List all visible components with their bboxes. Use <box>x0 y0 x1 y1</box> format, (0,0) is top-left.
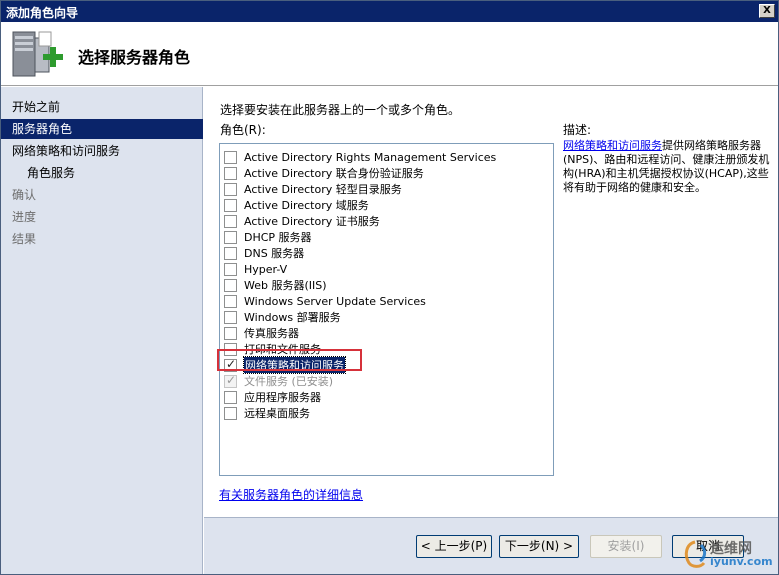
sidebar-item-network-policy[interactable]: 网络策略和访问服务 <box>1 141 203 161</box>
sidebar-item-before-you-begin[interactable]: 开始之前 <box>1 97 203 117</box>
next-button[interactable]: 下一步(N) > <box>499 535 579 558</box>
close-button[interactable]: X <box>759 4 775 18</box>
role-label: Active Directory 证书服务 <box>244 215 380 228</box>
roles-list[interactable]: Active Directory Rights Management Servi… <box>219 143 554 476</box>
role-label: 传真服务器 <box>244 327 299 340</box>
role-checkbox[interactable] <box>224 150 237 164</box>
role-label: Active Directory 联合身份验证服务 <box>244 167 424 180</box>
wizard-sidebar: 开始之前 服务器角色 网络策略和访问服务 角色服务 确认 进度 结果 <box>1 87 203 574</box>
role-row[interactable]: DNS 服务器 <box>224 245 304 261</box>
watermark-logo: 运维网 iyunv.com <box>682 536 774 572</box>
role-checkbox[interactable] <box>224 278 237 292</box>
role-row[interactable]: Windows Server Update Services <box>224 293 426 309</box>
role-checkbox[interactable] <box>224 230 237 244</box>
role-row[interactable]: Windows 部署服务 <box>224 309 341 325</box>
role-row[interactable]: Active Directory Rights Management Servi… <box>224 149 496 165</box>
roles-label: 角色(R): <box>220 123 266 137</box>
role-row[interactable]: Web 服务器(IIS) <box>224 277 327 293</box>
role-row[interactable]: DHCP 服务器 <box>224 229 312 245</box>
role-checkbox-disabled <box>224 373 237 388</box>
role-label: Windows 部署服务 <box>244 311 341 324</box>
role-checkbox[interactable] <box>224 294 237 308</box>
role-label: Active Directory 轻型目录服务 <box>244 183 402 196</box>
role-checkbox[interactable] <box>224 166 237 180</box>
instruction-text: 选择要安装在此服务器上的一个或多个角色。 <box>220 103 461 117</box>
description-link[interactable]: 网络策略和访问服务 <box>563 139 662 152</box>
role-row[interactable]: Active Directory 域服务 <box>224 197 369 213</box>
role-checkbox[interactable] <box>224 262 237 276</box>
role-checkbox[interactable] <box>224 390 237 404</box>
watermark-swirl-icon <box>684 540 707 568</box>
role-label: 远程桌面服务 <box>244 407 310 420</box>
role-checkbox[interactable] <box>224 246 237 260</box>
sidebar-item-confirmation: 确认 <box>12 188 37 202</box>
title-bar[interactable]: 添加角色向导 X <box>1 1 778 22</box>
role-checkbox[interactable] <box>224 406 237 420</box>
role-row[interactable]: Hyper-V <box>224 261 287 277</box>
role-label: 应用程序服务器 <box>244 391 321 404</box>
role-checkbox[interactable] <box>224 182 237 196</box>
role-label: 文件服务 (已安装) <box>244 375 334 388</box>
window-title: 添加角色向导 <box>6 6 79 20</box>
description-label: 描述: <box>563 123 592 137</box>
role-checkbox[interactable] <box>224 198 237 212</box>
role-label: Web 服务器(IIS) <box>244 279 327 292</box>
role-checkbox[interactable] <box>224 310 237 324</box>
role-row[interactable]: Active Directory 轻型目录服务 <box>224 181 402 197</box>
role-label: Windows Server Update Services <box>244 294 426 308</box>
role-label: DNS 服务器 <box>244 247 305 260</box>
role-row-file-services: 文件服务 (已安装) <box>224 373 333 389</box>
role-row[interactable]: Active Directory 联合身份验证服务 <box>224 165 424 181</box>
role-label: Active Directory 域服务 <box>244 199 369 212</box>
role-label: Hyper-V <box>244 262 288 276</box>
server-add-icon <box>12 31 63 77</box>
previous-button[interactable]: < 上一步(P) <box>416 535 492 558</box>
annotation-highlight-box <box>217 349 362 371</box>
watermark-text-url: iyunv.com <box>710 555 773 568</box>
page-title: 选择服务器角色 <box>78 48 191 67</box>
role-row[interactable]: Active Directory 证书服务 <box>224 213 380 229</box>
role-row[interactable]: 传真服务器 <box>224 325 299 341</box>
wizard-window: 添加角色向导 X 选择服务器角色 开始之前 服务器角色 网络策略和访问服务 角色… <box>0 0 779 575</box>
sidebar-item-progress: 进度 <box>12 210 37 224</box>
wizard-header: 选择服务器角色 <box>1 22 778 86</box>
more-info-link[interactable]: 有关服务器角色的详细信息 <box>219 486 363 503</box>
sidebar-item-role-services[interactable]: 角色服务 <box>1 163 203 183</box>
role-checkbox[interactable] <box>224 214 237 228</box>
role-checkbox[interactable] <box>224 326 237 340</box>
role-row[interactable]: 应用程序服务器 <box>224 389 321 405</box>
sidebar-item-results: 结果 <box>12 232 37 246</box>
role-label: DHCP 服务器 <box>244 231 312 244</box>
role-label: Active Directory Rights Management Servi… <box>244 150 497 164</box>
description-text: 网络策略和访问服务提供网络策略服务器(NPS)、路由和远程访问、健康注册颁发机构… <box>563 139 776 195</box>
role-row[interactable]: 远程桌面服务 <box>224 405 310 421</box>
install-button: 安装(I) <box>590 535 662 558</box>
main-content: 选择要安装在此服务器上的一个或多个角色。 角色(R): 描述: Active D… <box>204 87 778 517</box>
sidebar-item-server-roles[interactable]: 服务器角色 <box>1 119 203 139</box>
